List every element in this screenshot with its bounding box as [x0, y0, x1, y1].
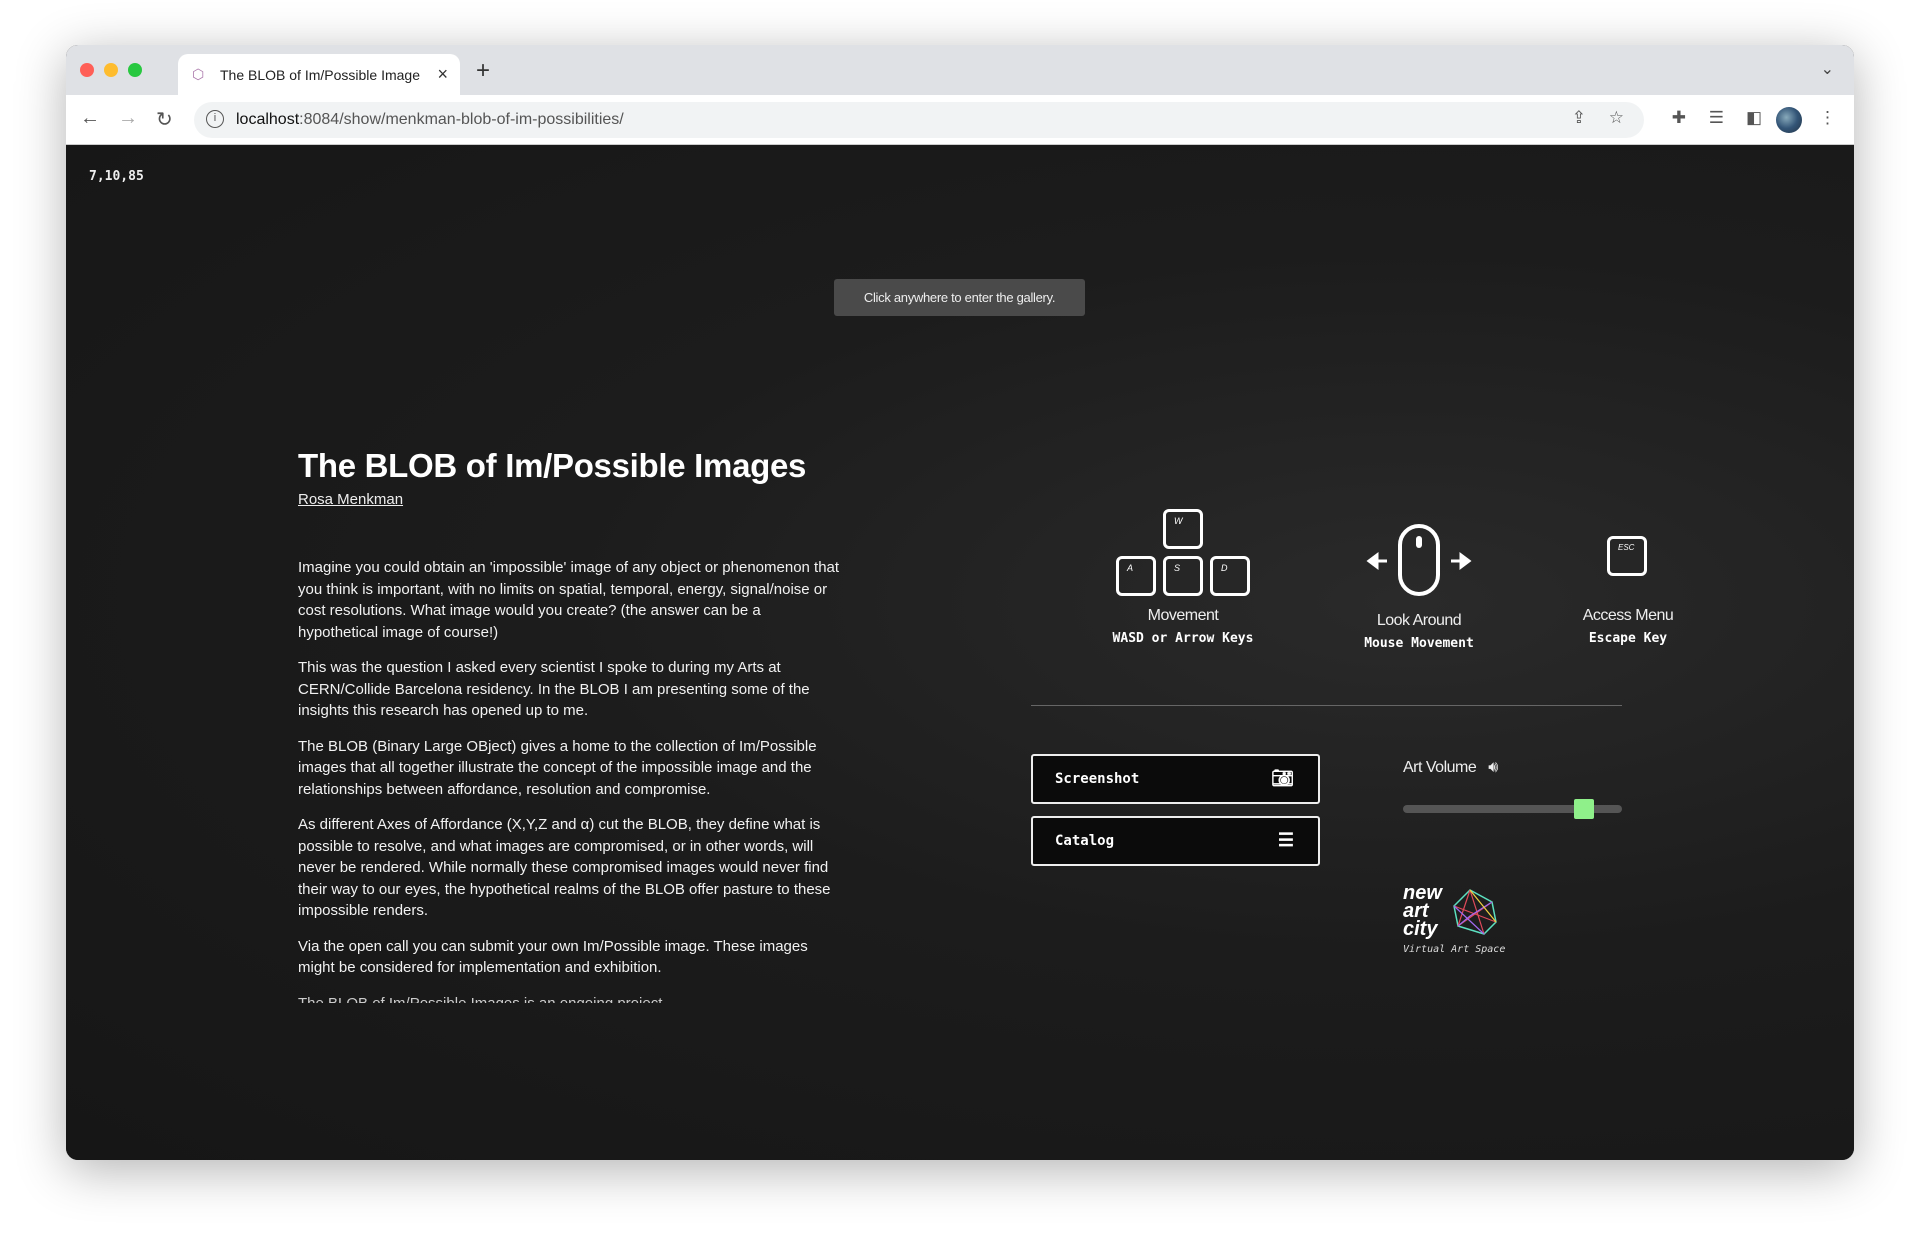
enter-gallery-hint[interactable]: Click anywhere to enter the gallery.	[834, 279, 1085, 316]
gallery-viewport[interactable]: 7,10,85 Click anywhere to enter the gall…	[66, 145, 1854, 1160]
tab-search-chevron-icon[interactable]: ⌄	[1821, 59, 1834, 79]
art-volume: Art Volume 🔊︎	[1403, 759, 1498, 777]
new-tab-button[interactable]: +	[476, 57, 490, 85]
key-w: W	[1163, 509, 1203, 549]
reading-list-icon[interactable]: ☰	[1709, 108, 1724, 128]
bookmark-star-icon[interactable]: ☆	[1609, 108, 1624, 128]
truncated-paragraph: The BLOB of Im/Possible Images is an ong…	[298, 993, 843, 1003]
back-icon[interactable]: ←	[80, 107, 100, 130]
description-paragraph: The BLOB (Binary Large OBject) gives a h…	[298, 737, 817, 798]
logo-tagline: Virtual Art Space	[1403, 944, 1506, 955]
key-s: S	[1163, 556, 1203, 596]
minimize-window-button[interactable]	[104, 63, 118, 77]
tab-title: The BLOB of Im/Possible Image	[220, 67, 420, 83]
mouse-icon	[1366, 524, 1472, 596]
catalog-label: Catalog	[1055, 833, 1115, 849]
author-link[interactable]: Rosa Menkman	[298, 491, 403, 508]
coordinate-readout: 7,10,85	[89, 169, 144, 184]
description-paragraph: This was the question I asked every scie…	[298, 659, 810, 719]
key-a: A	[1116, 556, 1156, 596]
volume-slider-thumb[interactable]	[1574, 799, 1595, 819]
logo-polyhedron-icon	[1453, 889, 1497, 935]
look-label: Look Around	[1376, 612, 1462, 629]
site-info-icon[interactable]: i	[206, 110, 224, 128]
menu-sub: Escape Key	[1588, 631, 1668, 646]
wasd-keys-icon: W A S D	[1073, 509, 1293, 599]
favicon-icon: ⬡	[192, 66, 205, 82]
menu-hint: ESC Access Menu Escape Key	[1518, 509, 1738, 646]
list-icon: ☰	[1277, 830, 1294, 851]
profile-avatar[interactable]	[1776, 107, 1802, 133]
menu-kebab-icon[interactable]: ⋮	[1819, 108, 1836, 128]
description-paragraph: Via the open call you can submit your ow…	[298, 937, 808, 977]
description-paragraph: Imagine you could obtain an 'impossible'…	[298, 559, 840, 641]
screenshot-button[interactable]: Screenshot 📷︎	[1031, 754, 1320, 804]
movement-sub: WASD or Arrow Keys	[1112, 631, 1254, 646]
movement-label: Movement	[1147, 607, 1219, 624]
forward-icon[interactable]: →	[118, 107, 138, 130]
close-tab-icon[interactable]: ×	[437, 64, 448, 85]
screenshot-label: Screenshot	[1055, 771, 1140, 787]
maximize-window-button[interactable]	[128, 63, 142, 77]
look-hint: Look Around Mouse Movement	[1309, 509, 1529, 651]
tab-bar: ⬡ The BLOB of Im/Possible Image × + ⌄	[66, 45, 1854, 95]
url-host: localhost	[236, 111, 300, 128]
reload-icon[interactable]: ↻	[156, 107, 173, 132]
page-title: The BLOB of Im/Possible Images	[298, 447, 807, 484]
menu-label: Access Menu	[1582, 607, 1674, 624]
url-path: :8084/show/menkman-blob-of-im-possibilit…	[299, 111, 624, 128]
volume-slider[interactable]	[1403, 799, 1622, 819]
extensions-icon[interactable]: ✚	[1672, 108, 1686, 128]
key-d: D	[1210, 556, 1250, 596]
camera-icon: 📷︎	[1271, 768, 1294, 789]
browser-tab[interactable]: ⬡ The BLOB of Im/Possible Image ×	[178, 54, 460, 95]
divider	[1031, 705, 1622, 706]
share-icon[interactable]: ⇪	[1572, 108, 1586, 128]
side-panel-icon[interactable]: ◧	[1746, 108, 1762, 128]
address-toolbar: ← → ↻ i localhost:8084/show/menkman-blob…	[66, 95, 1854, 145]
logo-wordmark: new art city	[1403, 882, 1442, 940]
exhibition-info: The BLOB of Im/Possible Images Rosa Menk…	[298, 447, 843, 1003]
volume-label: Art Volume	[1403, 759, 1477, 776]
url-bar[interactable]: i localhost:8084/show/menkman-blob-of-im…	[194, 102, 1644, 138]
speaker-icon: 🔊︎	[1488, 759, 1498, 776]
new-art-city-logo[interactable]: new art city Virtual Art Space	[1403, 882, 1506, 955]
close-window-button[interactable]	[80, 63, 94, 77]
look-sub: Mouse Movement	[1364, 636, 1474, 651]
movement-hint: W A S D Movement WASD or Arrow Keys	[1073, 509, 1293, 649]
catalog-button[interactable]: Catalog ☰	[1031, 816, 1320, 866]
description-paragraph: As different Axes of Affordance (X,Y,Z a…	[298, 816, 831, 919]
esc-key-icon: ESC	[1607, 536, 1647, 576]
browser-window: ⬡ The BLOB of Im/Possible Image × + ⌄ ← …	[66, 45, 1854, 1160]
